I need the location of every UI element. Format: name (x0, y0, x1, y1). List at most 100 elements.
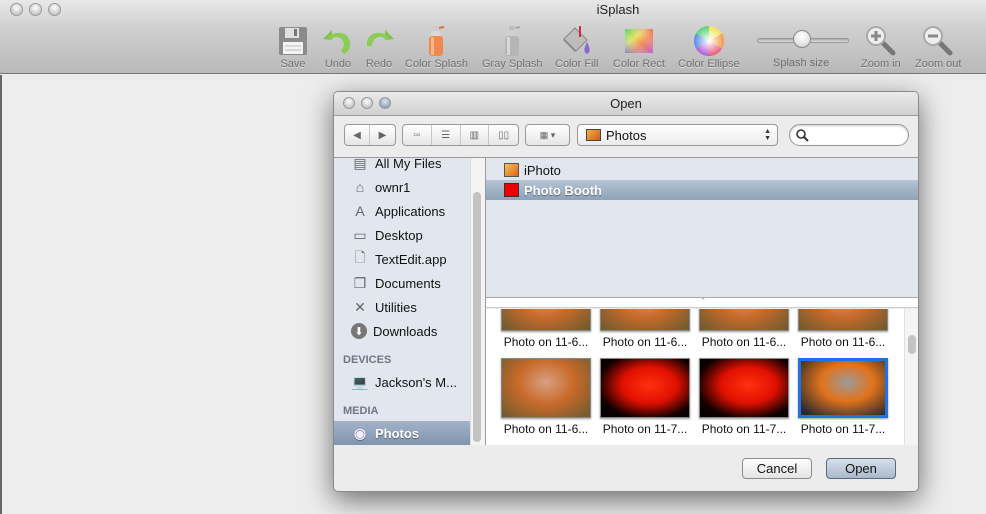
sidebar-item-applications[interactable]: A Applications (334, 199, 470, 223)
save-button[interactable]: Save (278, 24, 308, 70)
cancel-button[interactable]: Cancel (742, 458, 812, 479)
document-icon: 🗋 (354, 249, 366, 265)
desktop-icon: ▭ (353, 226, 367, 243)
icon-view-button[interactable]: ▫▫ (403, 125, 432, 145)
utilities-icon: ✕ (354, 298, 366, 315)
photo-image (600, 358, 690, 418)
color-ellipse-button[interactable]: Color Ellipse (678, 24, 740, 70)
photo-thumbnail[interactable]: Photo on 11-6... (501, 309, 591, 349)
search-icon (796, 129, 809, 142)
color-rect-button[interactable]: Color Rect (613, 24, 665, 70)
downloads-icon: ⬇ (351, 323, 367, 339)
sidebar-item-all-my-files[interactable]: ▤ All My Files (334, 158, 470, 175)
undo-button[interactable]: Undo (322, 24, 354, 70)
sidebar: ▤ All My Files ⌂ ownr1 A Applications ▭ … (334, 158, 485, 445)
redo-arrow-icon (363, 24, 395, 58)
sidebar-item-laptop[interactable]: 💻 Jackson's M... (334, 370, 470, 394)
photo-image (699, 358, 789, 418)
photo-thumbnail[interactable]: Photo on 11-7... (699, 358, 789, 436)
back-forward-control: ◀ ▶ (344, 124, 396, 146)
photo-caption: Photo on 11-7... (602, 422, 688, 436)
gray-splash-button[interactable]: Gray Splash (482, 24, 543, 70)
photo-caption: Photo on 11-7... (800, 422, 886, 436)
forward-button[interactable]: ▶ (370, 125, 395, 145)
source-list: iPhoto Photo Booth (486, 158, 918, 298)
app-title: iSplash (596, 2, 640, 17)
list-view-button[interactable]: ☰ (432, 125, 461, 145)
search-field[interactable] (789, 124, 909, 146)
photo-grid-scroll-thumb[interactable] (908, 335, 916, 354)
photo-thumbnail[interactable]: Photo on 11-7... (600, 358, 690, 436)
photo-image (501, 309, 591, 331)
camera-icon: ◉ (353, 424, 367, 441)
popup-arrows-icon: ▲ ▼ (764, 128, 771, 142)
documents-icon: ❐ (353, 274, 367, 291)
arrange-menu-button[interactable]: ▦ ▾ (525, 124, 570, 146)
dialog-toolbar: ◀ ▶ ▫▫ ☰ ▥ ▯▯ ▦ ▾ Photos ▲ ▼ (334, 116, 918, 156)
source-item-iphoto[interactable]: iPhoto (486, 160, 918, 180)
dialog-title: Open (610, 96, 642, 111)
photo-grid: Photo on 11-6... Photo on 11-6... Photo on… (486, 309, 904, 445)
redo-button[interactable]: Redo (363, 24, 395, 70)
location-label: Photos (606, 127, 647, 143)
open-button[interactable]: Open (826, 458, 896, 479)
title-bar: iSplash Save Undo Redo Color Splash Gray… (0, 0, 986, 74)
photos-folder-icon (586, 129, 601, 141)
photo-caption: Photo on 11-6... (503, 335, 589, 349)
open-dialog: Open ◀ ▶ ▫▫ ☰ ▥ ▯▯ ▦ ▾ Photos ▲ ▼ ▤ All … (333, 91, 919, 492)
photo-caption: Photo on 11-7... (701, 422, 787, 436)
sidebar-item-textedit[interactable]: 🗋 TextEdit.app (334, 247, 470, 271)
coverflow-view-button[interactable]: ▯▯ (489, 125, 518, 145)
search-input[interactable] (812, 127, 902, 143)
photo-thumbnail[interactable]: Photo on 11-7... (798, 358, 888, 436)
split-resize-handle[interactable]: ⌃ (486, 298, 918, 308)
zoom-in-button[interactable]: Zoom in (861, 24, 901, 70)
window-edge (0, 75, 2, 514)
photo-thumbnail[interactable]: Photo on 11-6... (501, 358, 591, 436)
view-mode-control: ▫▫ ☰ ▥ ▯▯ (402, 124, 519, 146)
arrange-grid-icon: ▦ ▾ (539, 129, 556, 140)
photo-image (798, 309, 888, 331)
color-wheel-icon (693, 24, 725, 58)
all-files-icon: ▤ (353, 158, 367, 171)
spray-can-color-icon (424, 24, 448, 58)
applications-icon: A (355, 203, 365, 219)
dialog-body: ▤ All My Files ⌂ ownr1 A Applications ▭ … (334, 157, 918, 445)
column-view-button[interactable]: ▥ (461, 125, 490, 145)
sidebar-item-utilities[interactable]: ✕ Utilities (334, 295, 470, 319)
color-rect-icon (624, 24, 654, 58)
back-button[interactable]: ◀ (345, 125, 370, 145)
photo-thumbnail[interactable]: Photo on 11-6... (699, 309, 789, 349)
photo-image (600, 309, 690, 331)
source-item-photo-booth[interactable]: Photo Booth (486, 180, 918, 200)
sidebar-item-home[interactable]: ⌂ ownr1 (334, 175, 470, 199)
sidebar-scroll-thumb[interactable] (473, 192, 481, 442)
paint-bucket-icon (560, 24, 594, 58)
color-fill-button[interactable]: Color Fill (555, 24, 598, 70)
isplash-window: iSplash Save Undo Redo Color Splash Gray… (0, 0, 986, 514)
splash-size-slider-knob[interactable] (793, 30, 811, 48)
home-icon: ⌂ (355, 179, 365, 195)
photo-booth-icon (504, 183, 519, 197)
sidebar-item-desktop[interactable]: ▭ Desktop (334, 223, 470, 247)
photo-caption: Photo on 11-6... (602, 335, 688, 349)
iphoto-icon (504, 163, 519, 177)
color-splash-button[interactable]: Color Splash (405, 24, 468, 70)
photo-image (798, 358, 888, 418)
photo-thumbnail[interactable]: Photo on 11-6... (798, 309, 888, 349)
sidebar-item-downloads[interactable]: ⬇ Downloads (334, 319, 470, 343)
sidebar-heading-devices: DEVICES (343, 354, 392, 366)
undo-arrow-icon (322, 24, 354, 58)
photo-caption: Photo on 11-6... (503, 422, 589, 436)
photo-caption: Photo on 11-6... (800, 335, 886, 349)
photo-caption: Photo on 11-6... (701, 335, 787, 349)
location-popup[interactable]: Photos ▲ ▼ (577, 124, 778, 146)
floppy-disk-icon (278, 24, 308, 58)
photo-grid-scrollbar[interactable] (904, 309, 918, 445)
splash-size-label: Splash size (773, 57, 830, 69)
sidebar-item-photos[interactable]: ◉ Photos (334, 421, 470, 445)
photo-thumbnail[interactable]: Photo on 11-6... (600, 309, 690, 349)
zoom-out-icon (922, 24, 954, 58)
sidebar-item-documents[interactable]: ❐ Documents (334, 271, 470, 295)
zoom-out-button[interactable]: Zoom out (915, 24, 961, 70)
